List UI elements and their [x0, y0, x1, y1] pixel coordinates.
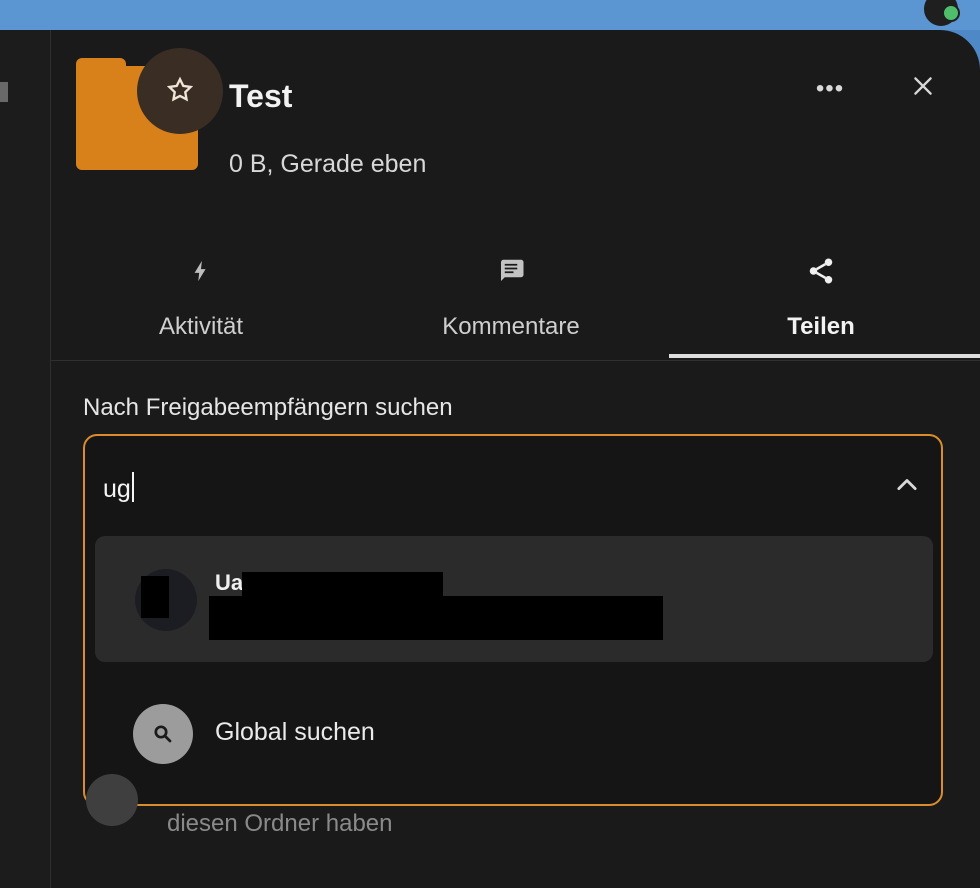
share-search-input[interactable]: ug	[103, 472, 134, 504]
background-avatar	[86, 774, 138, 826]
text-cursor	[131, 472, 134, 502]
star-icon	[166, 76, 194, 107]
favorite-button[interactable]	[137, 48, 223, 134]
more-button[interactable]: •••	[815, 74, 845, 104]
status-dot	[942, 4, 960, 22]
app-left-pane	[0, 30, 51, 888]
more-horizontal-icon: •••	[815, 75, 845, 102]
sidebar: Test 0 B, Gerade eben ••• Aktivität Komm…	[51, 30, 980, 888]
global-search-option[interactable]: Global suchen	[133, 700, 933, 764]
lightning-icon	[184, 254, 218, 288]
global-search-label: Global suchen	[215, 718, 375, 746]
comment-icon	[494, 254, 528, 288]
tab-share[interactable]: Teilen	[671, 238, 971, 360]
redaction-block	[209, 596, 663, 640]
tab-label: Kommentare	[442, 313, 580, 340]
search-icon	[133, 704, 193, 764]
share-recipient-combobox[interactable]: ug Ua Global suchen	[83, 434, 943, 806]
tab-comments[interactable]: Kommentare	[361, 238, 661, 360]
tab-activity[interactable]: Aktivität	[51, 238, 351, 360]
redaction-block	[141, 576, 169, 618]
share-result-user[interactable]: Ua	[95, 536, 933, 662]
chevron-up-icon	[893, 474, 921, 499]
tab-label: Teilen	[787, 313, 855, 340]
left-marker	[0, 82, 8, 102]
file-meta: 0 B, Gerade eben	[229, 150, 427, 178]
dropdown-toggle[interactable]	[891, 472, 923, 500]
close-button[interactable]	[903, 68, 943, 108]
desktop-top-strip	[0, 0, 980, 30]
share-search-value: ug	[103, 475, 131, 503]
share-icon	[804, 254, 838, 288]
share-search-label: Nach Freigabeempfängern suchen	[83, 394, 453, 421]
tab-bar: Aktivität Kommentare Teilen	[51, 238, 980, 361]
close-icon	[910, 73, 936, 104]
active-tab-indicator	[669, 354, 980, 358]
result-name: Ua	[215, 570, 244, 595]
tab-label: Aktivität	[158, 313, 244, 340]
background-share-text: diesen Ordner haben	[167, 810, 393, 837]
file-title: Test	[229, 78, 293, 114]
